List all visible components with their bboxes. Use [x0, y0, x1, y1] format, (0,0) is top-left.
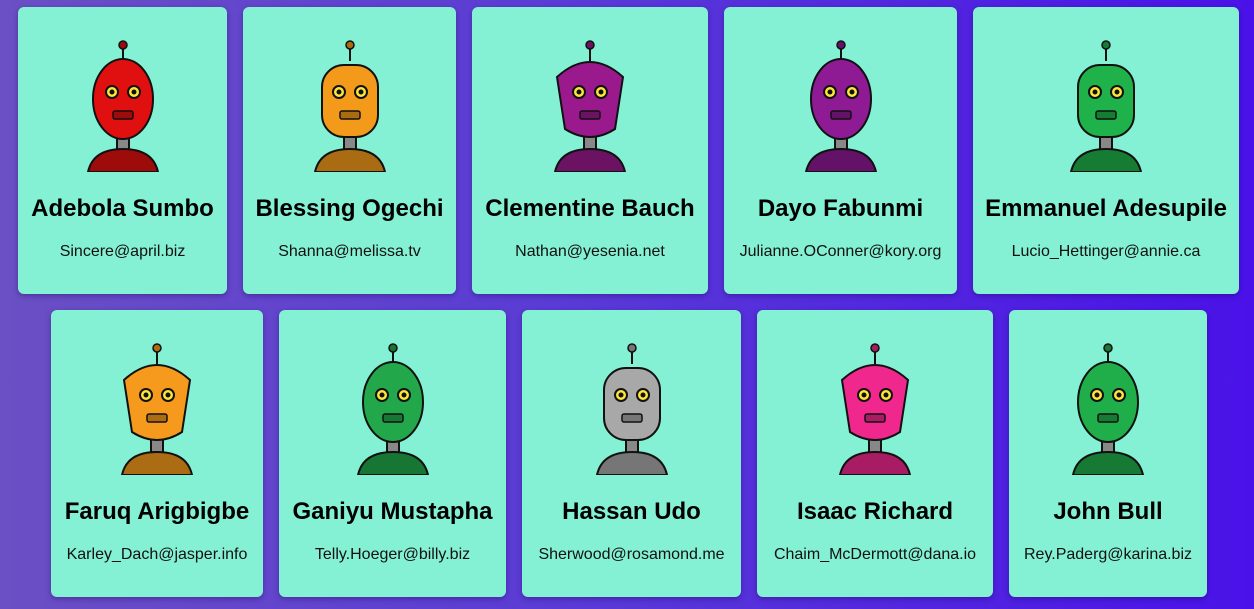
robot-name: Dayo Fabunmi: [757, 195, 924, 222]
robot-card[interactable]: Emmanuel Adesupile Lucio_Hettinger@annie…: [973, 7, 1239, 294]
robot-card[interactable]: Faruq Arigbigbe Karley_Dach@jasper.info: [51, 310, 263, 597]
robot-card[interactable]: Adebola Sumbo Sincere@april.biz: [18, 7, 227, 294]
robot-name: Adebola Sumbo: [31, 195, 214, 222]
robot-avatar-green-icon: [1053, 340, 1163, 475]
robot-email: Rey.Paderg@karina.biz: [1023, 546, 1193, 563]
robot-name: Isaac Richard: [796, 498, 954, 525]
robot-name: Blessing Ogechi: [255, 195, 444, 222]
robot-name: Ganiyu Mustapha: [292, 498, 493, 525]
robot-avatar-green-icon: [1051, 37, 1161, 172]
robot-card[interactable]: Clementine Bauch Nathan@yesenia.net: [472, 7, 708, 294]
robot-card[interactable]: Isaac Richard Chaim_McDermott@dana.io: [757, 310, 993, 597]
robot-card[interactable]: Ganiyu Mustapha Telly.Hoeger@billy.biz: [279, 310, 506, 597]
robot-avatar-purple-icon: [786, 37, 896, 172]
robot-card[interactable]: Hassan Udo Sherwood@rosamond.me: [522, 310, 741, 597]
robot-email: Julianne.OConner@kory.org: [739, 243, 942, 260]
robot-avatar-green-icon: [338, 340, 448, 475]
robot-card[interactable]: Dayo Fabunmi Julianne.OConner@kory.org: [724, 7, 957, 294]
robot-card[interactable]: John Bull Rey.Paderg@karina.biz: [1009, 310, 1207, 597]
robot-name: Faruq Arigbigbe: [64, 498, 250, 525]
robot-email: Karley_Dach@jasper.info: [66, 546, 248, 563]
robot-email: Sincere@april.biz: [59, 243, 186, 260]
robot-avatar-grey-icon: [577, 340, 687, 475]
robot-email: Chaim_McDermott@dana.io: [773, 546, 977, 563]
robot-avatar-orange-icon: [295, 37, 405, 172]
robot-name: John Bull: [1053, 498, 1163, 525]
robot-email: Lucio_Hettinger@annie.ca: [1011, 243, 1201, 260]
robot-name: Hassan Udo: [562, 498, 701, 525]
robot-name: Clementine Bauch: [485, 195, 695, 222]
robot-email: Sherwood@rosamond.me: [538, 546, 725, 563]
robot-avatar-purple-icon: [535, 37, 645, 172]
robot-email: Shanna@melissa.tv: [278, 243, 421, 260]
robot-email: Nathan@yesenia.net: [515, 243, 665, 260]
robot-avatar-pink-icon: [820, 340, 930, 475]
robot-avatar-red-icon: [68, 37, 178, 172]
robot-email: Telly.Hoeger@billy.biz: [314, 546, 471, 563]
robot-avatar-orange-icon: [102, 340, 212, 475]
robot-name: Emmanuel Adesupile: [985, 195, 1227, 222]
robot-card[interactable]: Blessing Ogechi Shanna@melissa.tv: [243, 7, 456, 294]
